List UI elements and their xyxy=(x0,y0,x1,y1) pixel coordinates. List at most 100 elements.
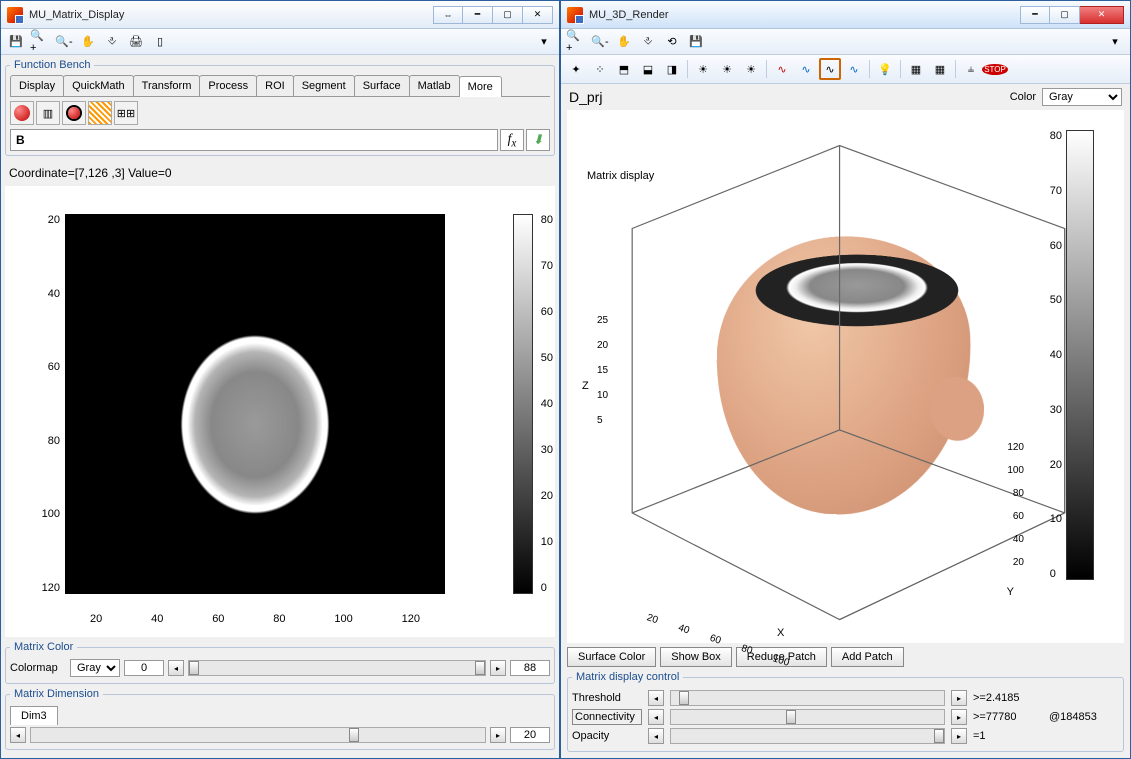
colorbar-2d-ticks: 80706050403020100 xyxy=(541,214,553,594)
colorbar-3d[interactable] xyxy=(1066,130,1094,580)
matrix-display-control-fieldset: Matrix display control Threshold ◂ ▸ >=2… xyxy=(567,671,1124,752)
curve-red-icon[interactable]: ∿ xyxy=(771,58,793,80)
rotate-icon[interactable]: ⟲ xyxy=(661,31,683,53)
view-xy-icon[interactable]: ⬒ xyxy=(613,58,635,80)
opacity-value: =1 xyxy=(973,730,1043,742)
tab-surface[interactable]: Surface xyxy=(354,75,410,96)
data-cursor-icon[interactable]: ⎀ xyxy=(637,31,659,53)
tab-matlab[interactable]: Matlab xyxy=(409,75,460,96)
print-icon[interactable]: 🖨 xyxy=(125,31,147,53)
save-icon[interactable]: 💾 xyxy=(5,31,27,53)
brain-slice-image[interactable] xyxy=(65,214,445,594)
lightbulb-icon[interactable]: 💡 xyxy=(874,58,896,80)
coordinate-readout: Coordinate=[7,126 ,3] Value=0 xyxy=(5,160,555,182)
toolbar-left: 💾 🔍+ 🔍- ✋ ⎀ 🖨 ▯ ▾ xyxy=(1,29,559,55)
brush-icon[interactable]: ▥ xyxy=(36,101,60,125)
threshold-left-arrow[interactable]: ◂ xyxy=(648,690,664,706)
close-button[interactable]: ✕ xyxy=(1080,6,1124,24)
colormap-max[interactable]: 88 xyxy=(510,660,550,676)
menu-chevron-icon[interactable]: ▾ xyxy=(533,31,555,53)
tab-quickmath[interactable]: QuickMath xyxy=(63,75,134,96)
threshold-slider[interactable] xyxy=(670,690,945,706)
dim3-tab[interactable]: Dim3 xyxy=(10,706,58,725)
titlebar-right[interactable]: MU_3D_Render ━ ▢ ✕ xyxy=(561,1,1130,29)
threshold-right-arrow[interactable]: ▸ xyxy=(951,690,967,706)
dim-left-arrow[interactable]: ◂ xyxy=(10,727,26,743)
fx-button[interactable]: fx xyxy=(500,129,524,151)
maximize-button[interactable]: ▢ xyxy=(493,6,523,24)
toggle-icon[interactable]: ⫨ xyxy=(960,58,982,80)
record-target-icon[interactable] xyxy=(62,101,86,125)
z-axis-label: Z xyxy=(582,380,589,392)
minimize-button[interactable]: ━ xyxy=(463,6,493,24)
apply-button[interactable]: ⬇ xyxy=(526,129,550,151)
dim-slider[interactable] xyxy=(30,727,486,743)
colormap-slider[interactable] xyxy=(188,660,486,676)
surface-color-button[interactable]: Surface Color xyxy=(567,647,656,667)
dim-right-arrow[interactable]: ▸ xyxy=(490,727,506,743)
scatter-icon[interactable]: ⁘ xyxy=(589,58,611,80)
save-icon[interactable]: 💾 xyxy=(685,31,707,53)
pan-icon[interactable]: ✋ xyxy=(613,31,635,53)
zoom-in-icon[interactable]: 🔍+ xyxy=(565,31,587,53)
pan-icon[interactable]: ✋ xyxy=(77,31,99,53)
connectivity-slider[interactable] xyxy=(670,709,945,725)
tab-roi[interactable]: ROI xyxy=(256,75,294,96)
curve-box-icon[interactable]: ∿ xyxy=(819,58,841,80)
stop-icon[interactable]: STOP xyxy=(984,58,1006,80)
hatch-icon[interactable] xyxy=(88,101,112,125)
connectivity-label[interactable]: Connectivity xyxy=(572,709,642,725)
colormap-select[interactable]: Gray xyxy=(70,659,120,677)
formula-input[interactable] xyxy=(10,129,498,151)
tab-segment[interactable]: Segment xyxy=(293,75,355,96)
add-patch-button[interactable]: Add Patch xyxy=(831,647,904,667)
view-xz-icon[interactable]: ⬓ xyxy=(637,58,659,80)
connectivity-left-arrow[interactable]: ◂ xyxy=(648,709,664,725)
colormap-min[interactable]: 0 xyxy=(124,660,164,676)
slider-left-arrow[interactable]: ◂ xyxy=(168,660,184,676)
color-select[interactable]: Gray xyxy=(1042,88,1122,106)
dock-button[interactable]: ⇔ xyxy=(433,6,463,24)
render-3d-area[interactable]: Matrix display Z X Y 252015105 204060801… xyxy=(567,110,1124,643)
colormap-label: Colormap xyxy=(10,662,66,674)
axes-icon[interactable]: ✦ xyxy=(565,58,587,80)
grid2-icon[interactable]: ▦ xyxy=(929,58,951,80)
tab-row: Display QuickMath Transform Process ROI … xyxy=(10,75,550,97)
light-left-icon[interactable]: ☀ xyxy=(716,58,738,80)
maximize-button[interactable]: ▢ xyxy=(1050,6,1080,24)
light-top-icon[interactable]: ☀ xyxy=(692,58,714,80)
plot-2d-area[interactable]: 20406080100120 80706050403020100 2040608… xyxy=(5,186,555,637)
opacity-right-arrow[interactable]: ▸ xyxy=(951,728,967,744)
show-box-button[interactable]: Show Box xyxy=(660,647,732,667)
tab-display[interactable]: Display xyxy=(10,75,64,96)
window-title: MU_Matrix_Display xyxy=(29,9,433,21)
curve-plain-icon[interactable]: ∿ xyxy=(843,58,865,80)
tab-process[interactable]: Process xyxy=(199,75,257,96)
opacity-slider[interactable] xyxy=(670,728,945,744)
data-cursor-icon[interactable]: ⎀ xyxy=(101,31,123,53)
dim-value[interactable]: 20 xyxy=(510,727,550,743)
titlebar-left[interactable]: MU_Matrix_Display ⇔ ━ ▢ ✕ xyxy=(1,1,559,29)
tab-transform[interactable]: Transform xyxy=(133,75,201,96)
slider-right-arrow[interactable]: ▸ xyxy=(490,660,506,676)
opacity-label: Opacity xyxy=(572,730,642,742)
head-3d-model[interactable] xyxy=(687,190,1007,530)
connectivity-right-arrow[interactable]: ▸ xyxy=(951,709,967,725)
zoom-out-icon[interactable]: 🔍- xyxy=(53,31,75,53)
tab-more[interactable]: More xyxy=(459,76,502,97)
view-yz-icon[interactable]: ◨ xyxy=(661,58,683,80)
curve-blue-icon[interactable]: ∿ xyxy=(795,58,817,80)
zoom-in-icon[interactable]: 🔍+ xyxy=(29,31,51,53)
record-icon[interactable] xyxy=(10,101,34,125)
close-button[interactable]: ✕ xyxy=(523,6,553,24)
movie-icon[interactable]: ⊞⊞ xyxy=(114,101,138,125)
menu-chevron-icon[interactable]: ▾ xyxy=(1104,31,1126,53)
opacity-left-arrow[interactable]: ◂ xyxy=(648,728,664,744)
light-right-icon[interactable]: ☀ xyxy=(740,58,762,80)
colorbar-2d[interactable] xyxy=(513,214,533,594)
y-axis-ticks: 20406080100120 xyxy=(40,214,60,594)
grid1-icon[interactable]: ▦ xyxy=(905,58,927,80)
zoom-out-icon[interactable]: 🔍- xyxy=(589,31,611,53)
minimize-button[interactable]: ━ xyxy=(1020,6,1050,24)
doc-icon[interactable]: ▯ xyxy=(149,31,171,53)
